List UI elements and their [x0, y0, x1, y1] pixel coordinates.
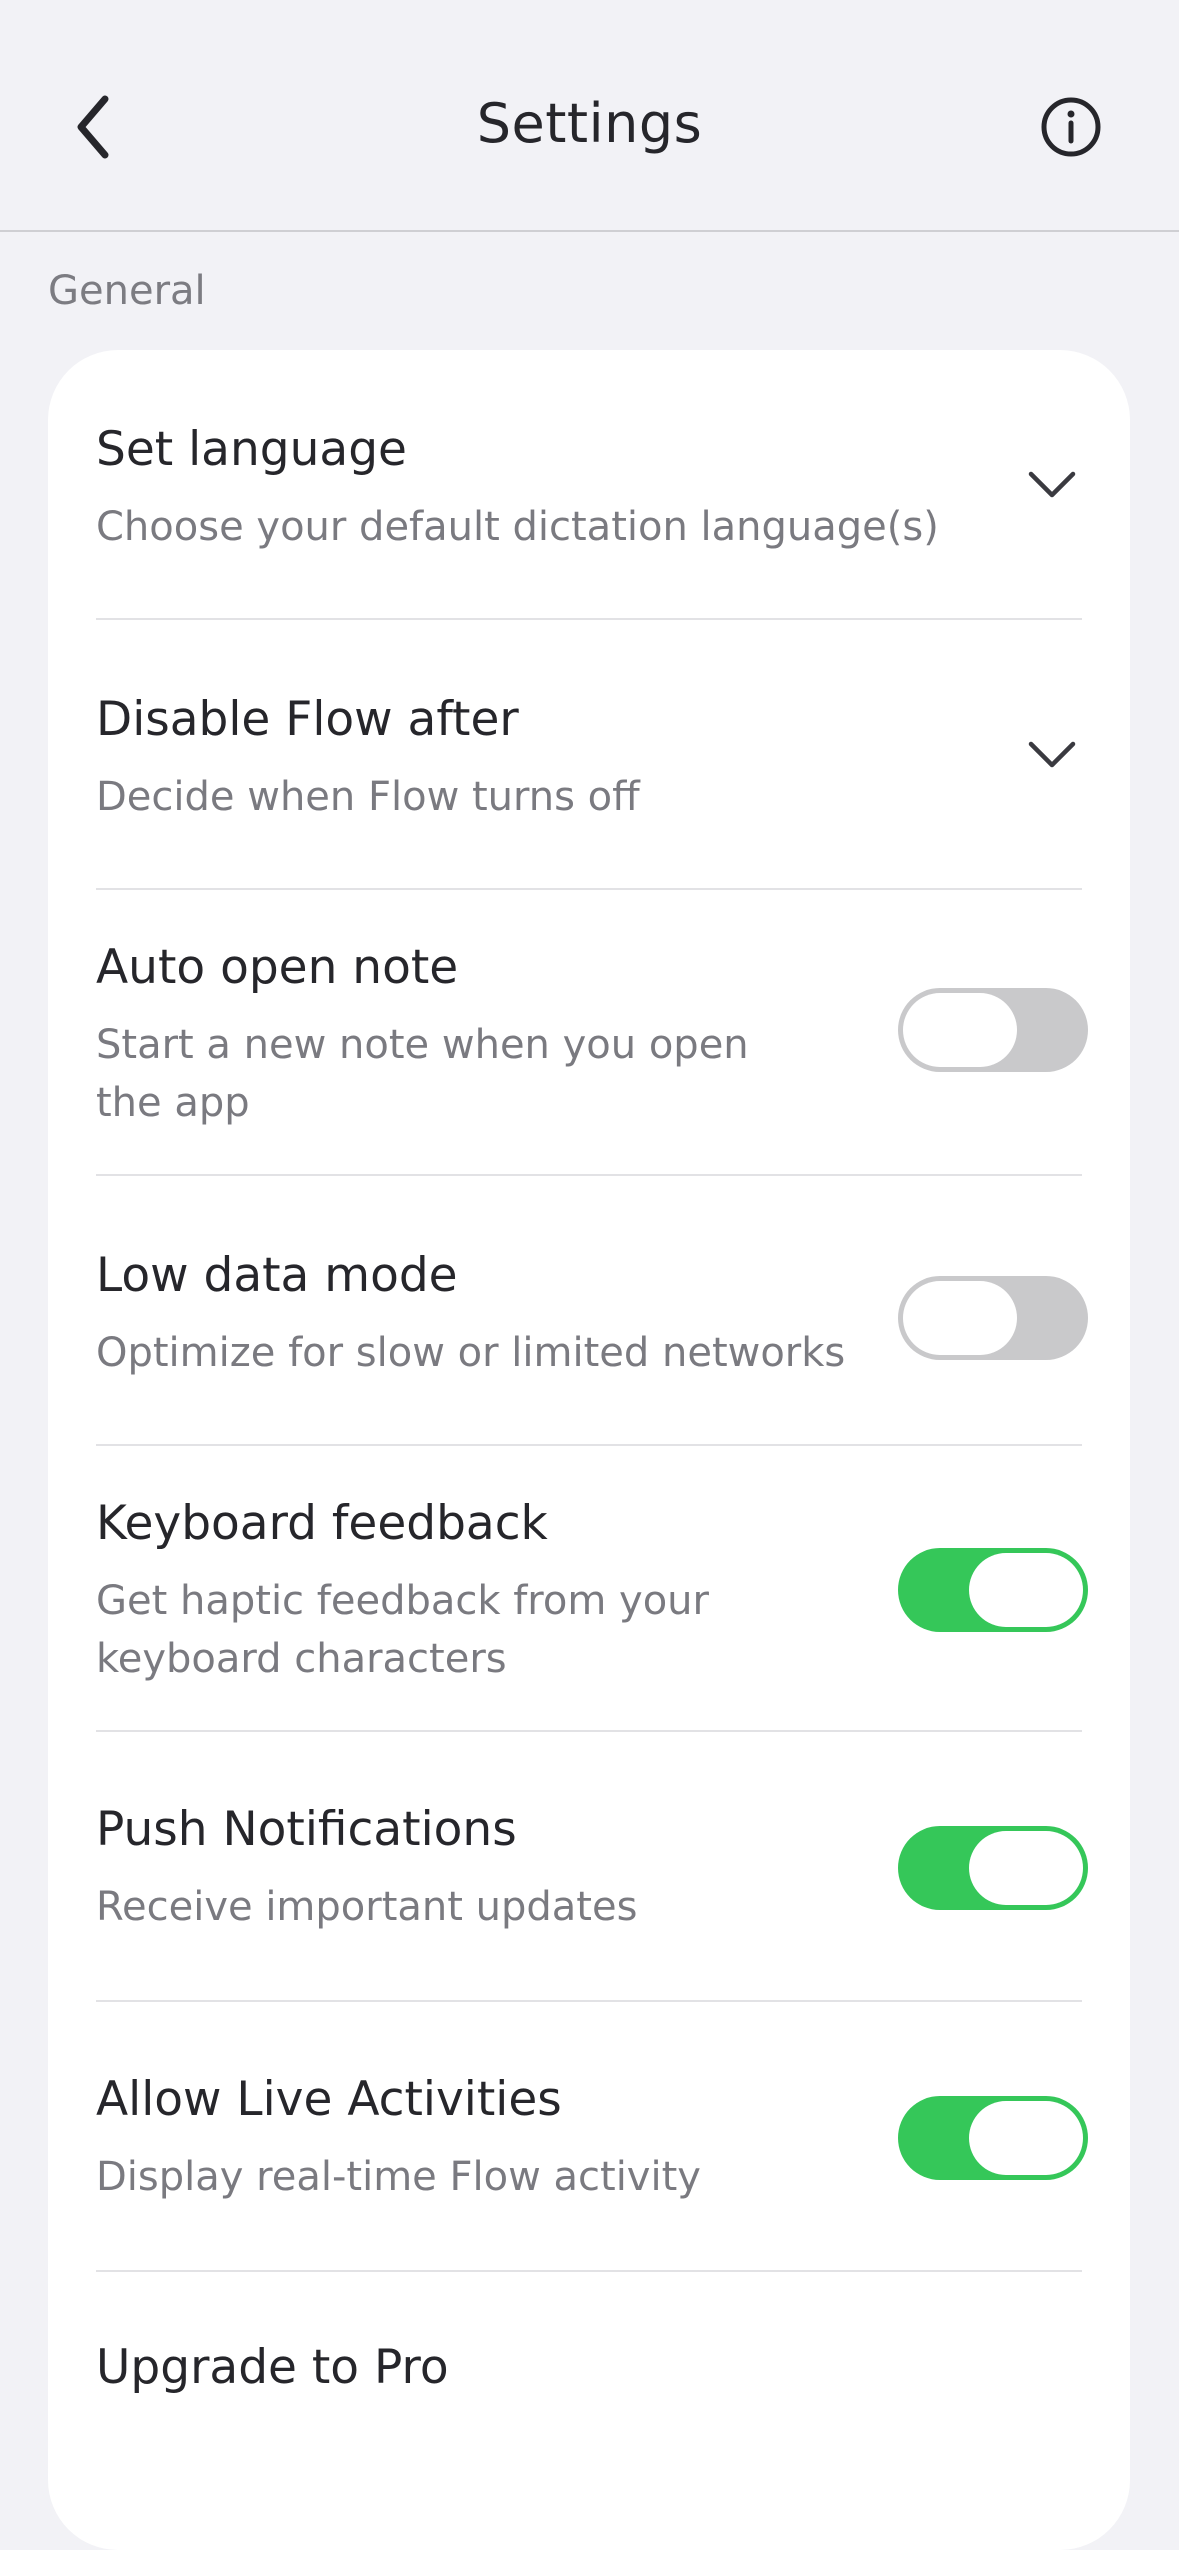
setting-subtitle: Optimize for slow or limited networks	[96, 1330, 846, 1376]
setting-subtitle: Get haptic feedback from your keyboard c…	[96, 1578, 709, 1682]
setting-subtitle: Receive important updates	[96, 1884, 638, 1930]
dropdown-toggle[interactable]	[1022, 734, 1082, 774]
toggle-knob	[969, 1553, 1083, 1627]
chevron-down-icon	[1028, 471, 1076, 498]
auto-open-note-toggle[interactable]	[898, 988, 1088, 1072]
setting-row-allow-live-activities[interactable]: Allow Live Activities Display real-time …	[96, 2002, 1088, 2272]
info-button[interactable]	[1036, 92, 1106, 162]
keyboard-feedback-toggle[interactable]	[898, 1548, 1088, 1632]
toggle-knob	[903, 993, 1017, 1067]
info-circle-icon	[1041, 97, 1101, 157]
toggle-knob	[903, 1281, 1017, 1355]
allow-live-activities-toggle[interactable]	[898, 2096, 1088, 2180]
setting-title: Keyboard feedback	[96, 1496, 548, 1551]
setting-title: Disable Flow after	[96, 692, 519, 747]
push-notifications-toggle[interactable]	[898, 1826, 1088, 1910]
setting-title: Low data mode	[96, 1248, 458, 1303]
setting-subtitle: Decide when Flow turns off	[96, 774, 640, 820]
setting-row-auto-open-note[interactable]: Auto open note Start a new note when you…	[96, 890, 1088, 1176]
setting-title: Set language	[96, 422, 407, 477]
setting-row-set-language[interactable]: Set language Choose your default dictati…	[96, 350, 1082, 620]
low-data-mode-toggle[interactable]	[898, 1276, 1088, 1360]
setting-title: Push Notifications	[96, 1802, 517, 1857]
setting-row-low-data-mode[interactable]: Low data mode Optimize for slow or limit…	[96, 1176, 1088, 1446]
setting-row-keyboard-feedback[interactable]: Keyboard feedback Get haptic feedback fr…	[96, 1446, 1088, 1732]
page-title: Settings	[476, 92, 703, 155]
toggle-knob	[969, 1831, 1083, 1905]
dropdown-toggle[interactable]	[1022, 464, 1082, 504]
setting-subtitle: Start a new note when you open the app	[96, 1022, 749, 1126]
setting-subtitle: Display real-time Flow activity	[96, 2154, 701, 2200]
settings-card: Set language Choose your default dictati…	[48, 350, 1130, 2550]
toggle-knob	[969, 2101, 1083, 2175]
setting-title: Auto open note	[96, 940, 459, 995]
setting-row-disable-flow-after[interactable]: Disable Flow after Decide when Flow turn…	[96, 620, 1082, 890]
setting-row-push-notifications[interactable]: Push Notifications Receive important upd…	[96, 1732, 1088, 2002]
setting-row-upgrade-to-pro[interactable]: Upgrade to Pro	[96, 2272, 1082, 2542]
setting-title: Allow Live Activities	[96, 2072, 562, 2127]
chevron-down-icon	[1028, 741, 1076, 768]
setting-subtitle: Choose your default dictation language(s…	[96, 504, 939, 550]
section-label-general: General	[48, 268, 206, 314]
setting-title: Upgrade to Pro	[96, 2340, 449, 2395]
nav-header: Settings	[0, 0, 1179, 232]
